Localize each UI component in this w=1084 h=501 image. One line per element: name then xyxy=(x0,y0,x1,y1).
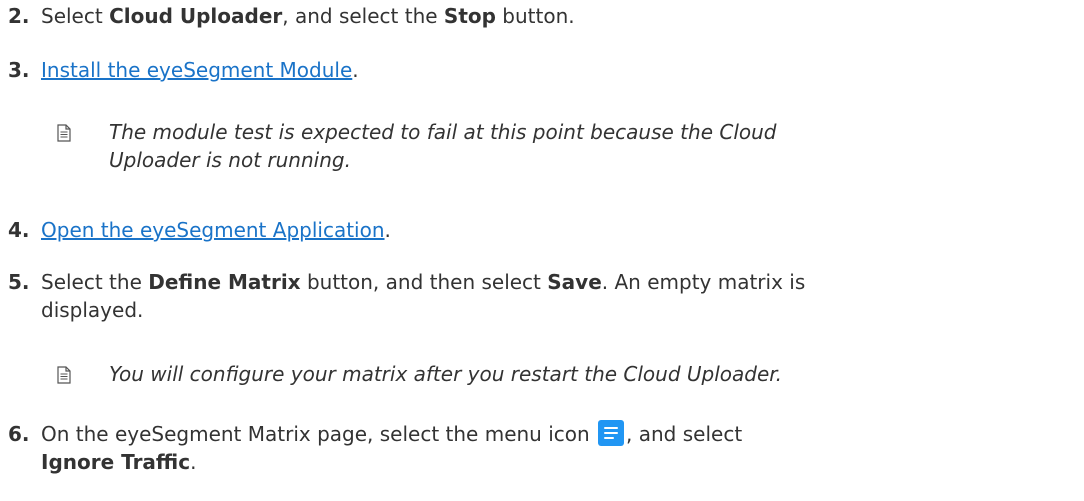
step-text: On the eyeSegment Matrix page, select th… xyxy=(41,420,743,474)
step-2: 2. Select Cloud Uploader, and select the… xyxy=(8,2,1068,30)
note-icon xyxy=(57,363,71,384)
note-icon xyxy=(57,121,71,142)
cloud-uploader-term: Cloud Uploader xyxy=(109,4,283,28)
hamburger-menu-icon xyxy=(598,420,625,446)
step-4: 4. Open the eyeSegment Application. xyxy=(8,216,1068,244)
open-eyesegment-application-link[interactable]: Open the eyeSegment Application xyxy=(41,218,385,242)
install-eyesegment-module-link[interactable]: Install the eyeSegment Module xyxy=(41,58,352,82)
step-5: 5. Select the Define Matrix button, and … xyxy=(8,268,1068,324)
step-text: Open the eyeSegment Application. xyxy=(41,218,391,242)
step-number: 2. xyxy=(8,4,30,28)
ignore-traffic-term: Ignore Traffic xyxy=(41,450,191,474)
step-number: 4. xyxy=(8,218,30,242)
step-text: Install the eyeSegment Module. xyxy=(41,58,359,82)
step-number: 5. xyxy=(8,270,30,294)
step-3: 3. Install the eyeSegment Module. xyxy=(8,56,1068,84)
step-number: 3. xyxy=(8,58,30,82)
note-text: The module test is expected to fail at t… xyxy=(109,120,777,172)
note-configure-matrix: You will configure your matrix after you… xyxy=(57,360,1068,388)
step-number: 6. xyxy=(8,422,30,446)
stop-term: Stop xyxy=(443,4,496,28)
step-text: Select the Define Matrix button, and the… xyxy=(41,270,806,322)
save-term: Save xyxy=(547,270,602,294)
note-text: You will configure your matrix after you… xyxy=(109,362,783,386)
step-6: 6. On the eyeSegment Matrix page, select… xyxy=(8,420,1068,476)
note-module-test: The module test is expected to fail at t… xyxy=(57,118,1068,174)
define-matrix-term: Define Matrix xyxy=(148,270,301,294)
step-text: Select Cloud Uploader, and select the St… xyxy=(41,4,575,28)
